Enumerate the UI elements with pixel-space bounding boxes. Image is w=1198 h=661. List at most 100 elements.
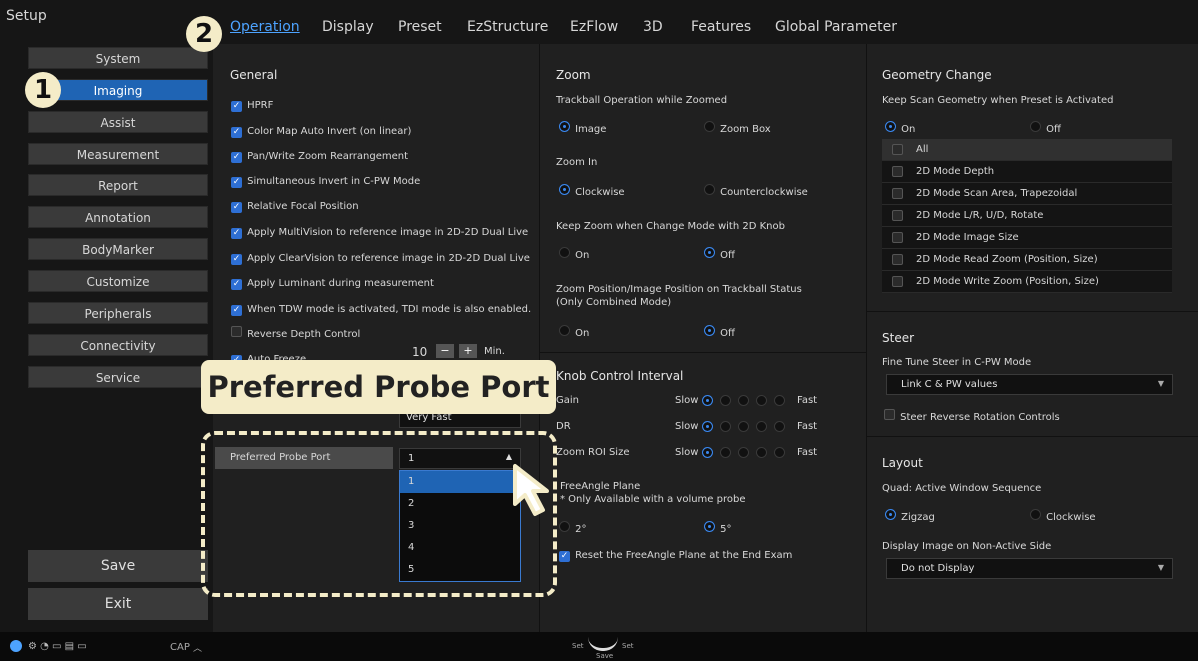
geometry-item-depth[interactable]: 2D Mode Depth bbox=[882, 161, 1172, 183]
save-button[interactable]: Save bbox=[28, 550, 208, 582]
keep-zoom-label: Keep Zoom when Change Mode with 2D Knob bbox=[556, 221, 785, 232]
knob-step-1[interactable] bbox=[702, 421, 713, 432]
tab-display[interactable]: Display bbox=[322, 19, 374, 35]
general-option-9[interactable]: ✓ When TDW mode is activated, TDI mode i… bbox=[231, 297, 531, 316]
geometry-item-rotate[interactable]: 2D Mode L/R, U/D, Rotate bbox=[882, 205, 1172, 227]
knob-step-2[interactable] bbox=[720, 447, 731, 458]
checkbox-unchecked[interactable] bbox=[892, 144, 903, 155]
steer-title: Steer bbox=[882, 331, 915, 345]
knob-step-4[interactable] bbox=[756, 447, 767, 458]
tab-3d[interactable]: 3D bbox=[643, 19, 663, 35]
knob-step-1[interactable] bbox=[702, 395, 713, 406]
radio-geometry-off[interactable]: Off bbox=[1030, 117, 1061, 136]
radio-zigzag[interactable]: Zigzag bbox=[885, 505, 935, 524]
tab-operation[interactable]: Operation bbox=[230, 19, 300, 35]
minus-button[interactable]: − bbox=[436, 344, 454, 358]
knob-step-4[interactable] bbox=[756, 421, 767, 432]
radio-keep-zoom-on[interactable]: On bbox=[559, 243, 589, 262]
general-option-6[interactable]: ✓ Apply MultiVision to reference image i… bbox=[231, 220, 528, 239]
geometry-item-all[interactable]: All bbox=[882, 139, 1172, 161]
checkbox-unchecked[interactable] bbox=[231, 326, 242, 337]
radio-zoom-box[interactable]: Zoom Box bbox=[704, 117, 771, 136]
knob-step-4[interactable] bbox=[756, 395, 767, 406]
knob-step-3[interactable] bbox=[738, 421, 749, 432]
checkbox-checked[interactable]: ✓ bbox=[231, 101, 242, 112]
chevron-up-icon[interactable]: ︿ bbox=[193, 641, 202, 654]
checkbox-checked[interactable]: ✓ bbox=[231, 202, 242, 213]
knob-step-1[interactable] bbox=[702, 447, 713, 458]
general-option-2[interactable]: ✓ Color Map Auto Invert (on linear) bbox=[231, 119, 411, 138]
sidebar-item-report[interactable]: Report bbox=[28, 174, 208, 196]
sidebar-item-service[interactable]: Service bbox=[28, 366, 208, 388]
user-icon[interactable] bbox=[10, 640, 22, 652]
sidebar-item-connectivity[interactable]: Connectivity bbox=[28, 334, 208, 356]
tab-global-parameter[interactable]: Global Parameter bbox=[775, 19, 897, 35]
checkbox-checked[interactable]: ✓ bbox=[231, 228, 242, 239]
checkbox-checked[interactable]: ✓ bbox=[231, 177, 242, 188]
set-right-label: Set bbox=[622, 642, 634, 650]
checkbox-unchecked[interactable] bbox=[892, 166, 903, 177]
checkbox-unchecked[interactable] bbox=[892, 232, 903, 243]
exit-button[interactable]: Exit bbox=[28, 588, 208, 620]
zoom-position-label: Zoom Position/Image Position on Trackbal… bbox=[556, 284, 802, 295]
geometry-item-scan-area[interactable]: 2D Mode Scan Area, Trapezoidal bbox=[882, 183, 1172, 205]
sidebar-item-annotation[interactable]: Annotation bbox=[28, 206, 208, 228]
sidebar-item-customize[interactable]: Customize bbox=[28, 270, 208, 292]
checkbox-unchecked[interactable] bbox=[892, 210, 903, 221]
checkbox-unchecked[interactable] bbox=[884, 409, 895, 420]
general-option-7[interactable]: ✓ Apply ClearVision to reference image i… bbox=[231, 246, 530, 265]
tab-ezflow[interactable]: EzFlow bbox=[570, 19, 618, 35]
geometry-item-write-zoom[interactable]: 2D Mode Write Zoom (Position, Size) bbox=[882, 271, 1172, 293]
radio-counterclockwise[interactable]: Counterclockwise bbox=[704, 180, 808, 199]
checkbox-unchecked[interactable] bbox=[892, 254, 903, 265]
reset-freeangle-option[interactable]: ✓ Reset the FreeAngle Plane at the End E… bbox=[559, 543, 792, 562]
radio-keep-zoom-off[interactable]: Off bbox=[704, 243, 735, 262]
general-option-1[interactable]: ✓ HPRF bbox=[231, 93, 273, 112]
radio-off-icon bbox=[559, 325, 570, 336]
sidebar-item-system[interactable]: System bbox=[28, 47, 208, 69]
general-option-10[interactable]: Reverse Depth Control bbox=[231, 322, 360, 341]
checkbox-checked[interactable]: ✓ bbox=[559, 551, 570, 562]
display-dropdown[interactable]: Do not Display ▼ bbox=[886, 558, 1173, 579]
sidebar-item-peripherals[interactable]: Peripherals bbox=[28, 302, 208, 324]
checkbox-checked[interactable]: ✓ bbox=[231, 152, 242, 163]
fine-tune-dropdown[interactable]: Link C & PW values ▼ bbox=[886, 374, 1173, 395]
sidebar-item-measurement[interactable]: Measurement bbox=[28, 143, 208, 165]
general-option-5[interactable]: ✓ Relative Focal Position bbox=[231, 194, 359, 213]
general-option-8[interactable]: ✓ Apply Luminant during measurement bbox=[231, 271, 434, 290]
geometry-item-read-zoom[interactable]: 2D Mode Read Zoom (Position, Size) bbox=[882, 249, 1172, 271]
checkbox-unchecked[interactable] bbox=[892, 276, 903, 287]
radio-on-icon bbox=[704, 521, 715, 532]
radio-image[interactable]: Image bbox=[559, 117, 606, 136]
checkbox-checked[interactable]: ✓ bbox=[231, 279, 242, 290]
sidebar-item-assist[interactable]: Assist bbox=[28, 111, 208, 133]
radio-off-icon bbox=[704, 121, 715, 132]
radio-layout-clockwise[interactable]: Clockwise bbox=[1030, 505, 1096, 524]
geometry-item-image-size[interactable]: 2D Mode Image Size bbox=[882, 227, 1172, 249]
radio-zoom-pos-off[interactable]: Off bbox=[704, 321, 735, 340]
knob-step-5[interactable] bbox=[774, 421, 785, 432]
cap-indicator: CAP bbox=[170, 642, 190, 653]
general-option-4[interactable]: ✓ Simultaneous Invert in C-PW Mode bbox=[231, 169, 420, 188]
checkbox-unchecked[interactable] bbox=[892, 188, 903, 199]
tab-features[interactable]: Features bbox=[691, 19, 751, 35]
checkbox-checked[interactable]: ✓ bbox=[231, 127, 242, 138]
general-option-3[interactable]: ✓ Pan/Write Zoom Rearrangement bbox=[231, 144, 408, 163]
knob-step-3[interactable] bbox=[738, 447, 749, 458]
checkbox-checked[interactable]: ✓ bbox=[231, 254, 242, 265]
radio-freeangle-5[interactable]: 5° bbox=[704, 517, 731, 536]
tab-preset[interactable]: Preset bbox=[398, 19, 442, 35]
knob-step-3[interactable] bbox=[738, 395, 749, 406]
checkbox-checked[interactable]: ✓ bbox=[231, 305, 242, 316]
plus-button[interactable]: + bbox=[459, 344, 477, 358]
knob-step-2[interactable] bbox=[720, 421, 731, 432]
radio-clockwise[interactable]: Clockwise bbox=[559, 180, 625, 199]
knob-step-5[interactable] bbox=[774, 395, 785, 406]
sidebar-item-bodymarker[interactable]: BodyMarker bbox=[28, 238, 208, 260]
knob-step-5[interactable] bbox=[774, 447, 785, 458]
tab-ezstructure[interactable]: EzStructure bbox=[467, 19, 548, 35]
steer-reverse-option[interactable]: Steer Reverse Rotation Controls bbox=[884, 405, 1060, 424]
radio-zoom-pos-on[interactable]: On bbox=[559, 321, 589, 340]
knob-step-2[interactable] bbox=[720, 395, 731, 406]
radio-geometry-on[interactable]: On bbox=[885, 117, 915, 136]
